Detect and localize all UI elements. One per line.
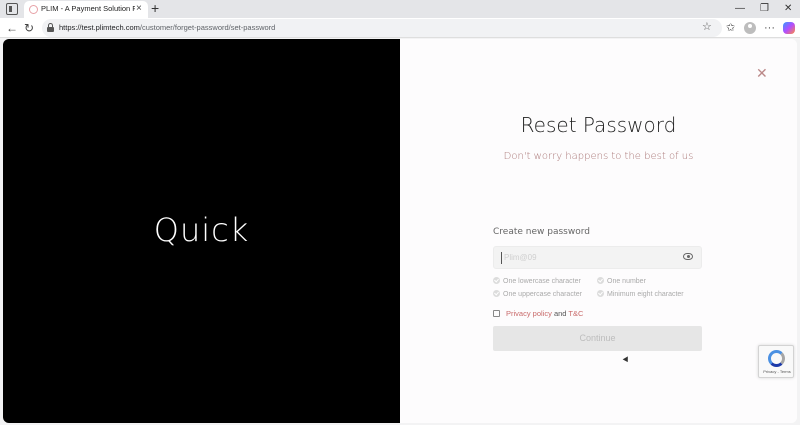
page-content: Quick ✕ Reset Password Don't worry happe… (3, 39, 797, 423)
browser-window: PLIM - A Payment Solution For Th × + — ❐… (0, 0, 800, 425)
recaptcha-badge[interactable]: Privacy - Terms (758, 345, 794, 378)
hero-panel: Quick (3, 39, 400, 423)
continue-button[interactable]: Continue (493, 326, 702, 351)
close-icon[interactable]: ✕ (784, 2, 792, 16)
hero-text: Quick (153, 211, 250, 249)
recaptcha-text[interactable]: Privacy - Terms (761, 369, 793, 374)
check-circle-icon (493, 277, 500, 284)
restore-icon[interactable]: ❐ (760, 2, 769, 16)
rule-label: One lowercase character (503, 278, 581, 285)
terms-and: and (553, 309, 567, 318)
check-circle-icon (493, 290, 500, 297)
address-toolbar: ← ↻ https://test.plimtech.com/customer/f… (0, 18, 800, 38)
new-tab-icon[interactable]: + (151, 0, 159, 17)
favicon-icon (29, 5, 38, 14)
copilot-icon[interactable] (783, 22, 795, 34)
terms-checkbox[interactable] (493, 310, 500, 317)
password-label: Create new password (493, 227, 590, 237)
close-icon[interactable]: ✕ (756, 66, 768, 80)
favorites-icon[interactable]: ✩ (726, 20, 735, 36)
tab-bar: PLIM - A Payment Solution For Th × + — ❐… (0, 0, 800, 18)
eye-icon[interactable] (683, 253, 693, 260)
recaptcha-logo-icon (768, 350, 785, 367)
more-icon[interactable]: ··· (764, 20, 775, 36)
reset-password-panel: ✕ Reset Password Don't worry happens to … (400, 39, 797, 423)
url-host: https://test.plimtech.com (59, 23, 140, 32)
rule-min-length: Minimum eight character (597, 290, 684, 298)
url-path: /customer/forget-password/set-password (139, 23, 276, 32)
rule-label: One uppercase character (503, 291, 582, 298)
privacy-policy-link[interactable]: Privacy policy (506, 309, 552, 318)
mouse-cursor-icon (622, 356, 631, 364)
tc-link[interactable]: T&C (568, 309, 583, 318)
check-circle-icon (597, 290, 604, 297)
rule-label: One number (607, 278, 646, 285)
tab-title: PLIM - A Payment Solution For Th (41, 4, 135, 13)
new-password-input[interactable]: Plim@09 (493, 246, 702, 269)
lock-icon[interactable] (47, 23, 54, 32)
address-bar[interactable]: https://test.plimtech.com/customer/forge… (42, 19, 722, 37)
rule-uppercase: One uppercase character (493, 290, 582, 298)
rule-label: Minimum eight character (607, 291, 684, 298)
text-caret (501, 252, 502, 264)
check-circle-icon (597, 277, 604, 284)
star-icon[interactable]: ☆ (702, 20, 712, 33)
password-placeholder: Plim@09 (504, 253, 537, 262)
page-subtitle: Don't worry happens to the best of us (503, 151, 694, 162)
refresh-icon[interactable]: ↻ (24, 20, 34, 36)
tab-actions-icon[interactable] (6, 3, 18, 15)
rule-number: One number (597, 277, 646, 285)
terms-row: Privacy policy and T&C (493, 309, 583, 318)
back-icon[interactable]: ← (6, 20, 18, 36)
page-title: Reset Password (520, 113, 677, 137)
profile-icon[interactable] (744, 22, 756, 34)
browser-tab[interactable]: PLIM - A Payment Solution For Th × (24, 1, 148, 18)
rule-lowercase: One lowercase character (493, 277, 581, 285)
url-text[interactable]: https://test.plimtech.com/customer/forge… (59, 23, 275, 32)
minimize-icon[interactable]: — (735, 2, 745, 16)
tab-close-icon[interactable]: × (136, 3, 142, 15)
